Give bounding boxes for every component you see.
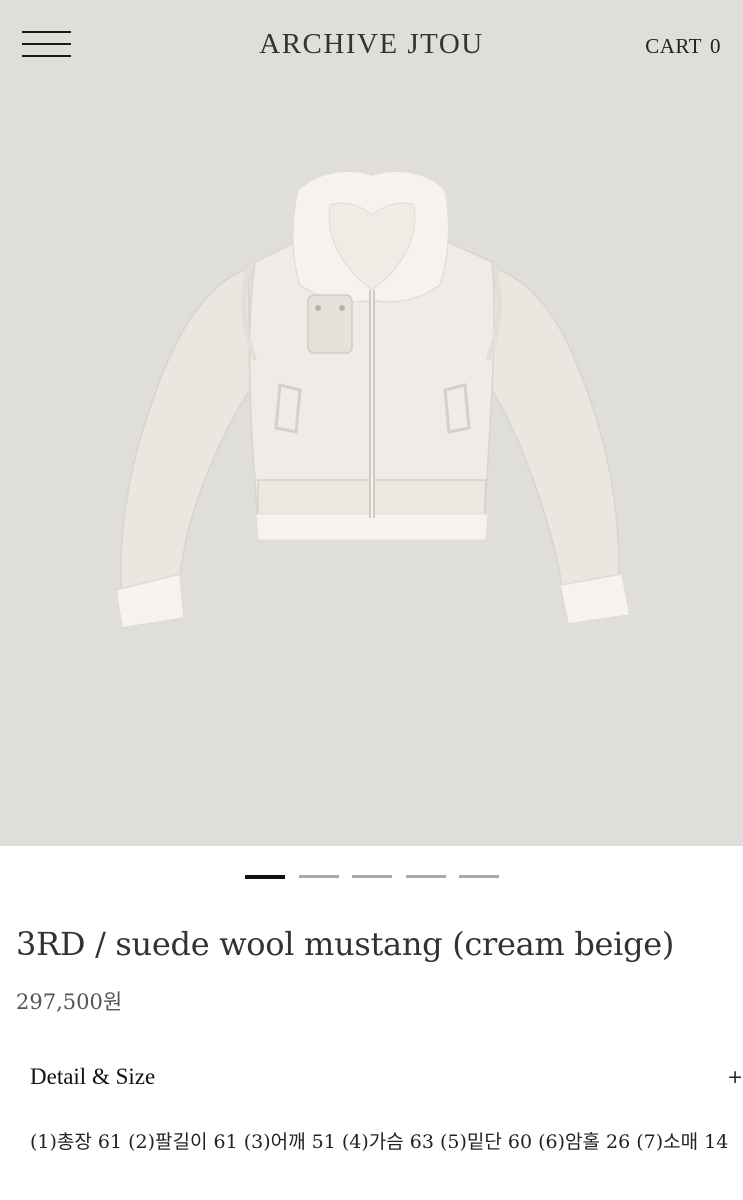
- plus-icon[interactable]: +: [727, 1066, 743, 1088]
- product-image[interactable]: [0, 88, 743, 846]
- brand-logo[interactable]: ARCHIVE JTOU: [0, 28, 743, 61]
- gallery-dot-3[interactable]: [352, 875, 392, 878]
- gallery-dot-2[interactable]: [298, 875, 339, 878]
- size-measurements: (1)총장 61 (2)팔길이 61 (3)어깨 51 (4)가슴 63 (5)…: [30, 1131, 729, 1153]
- gallery-dot-5[interactable]: [459, 875, 499, 878]
- detail-size-toggle[interactable]: Detail & Size +: [30, 1064, 743, 1096]
- gallery-dot-1[interactable]: [245, 874, 285, 879]
- site-header: ARCHIVE JTOU CART 0: [0, 0, 743, 88]
- product-price: 297,500원: [16, 990, 123, 1014]
- cart-count: 0: [710, 34, 721, 58]
- cart-link[interactable]: CART 0: [645, 34, 721, 59]
- product-title: 3RD / suede wool mustang (cream beige): [16, 925, 675, 963]
- cart-label: CART: [645, 34, 702, 58]
- gallery-dot-4[interactable]: [405, 875, 446, 878]
- jacket-illustration: [115, 170, 631, 629]
- detail-size-label: Detail & Size: [30, 1064, 156, 1089]
